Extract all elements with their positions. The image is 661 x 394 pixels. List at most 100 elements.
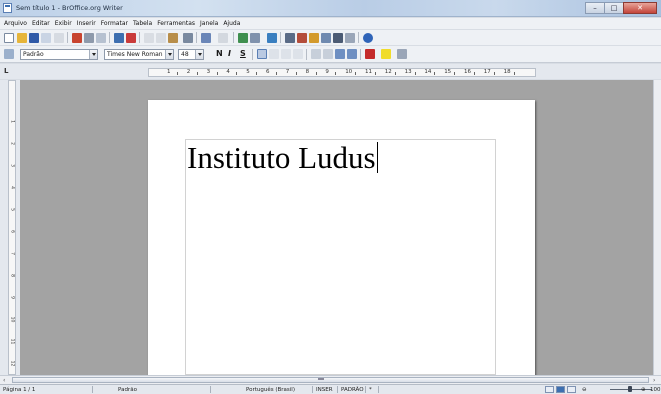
menu-inserir[interactable]: Inserir <box>77 20 96 27</box>
window-controls: – □ ✕ <box>585 2 657 14</box>
table-icon[interactable] <box>250 33 260 43</box>
show-draw-functions-icon[interactable] <box>267 33 277 43</box>
zoom-out-icon[interactable]: ⊖ <box>582 386 587 394</box>
new-document-icon[interactable] <box>4 33 14 43</box>
ruler-number: 4 <box>226 69 230 75</box>
open-folder-icon[interactable] <box>17 33 27 43</box>
bold-button[interactable]: N <box>216 49 223 58</box>
insert-mode[interactable]: INSER <box>316 386 333 394</box>
scroll-left-icon[interactable]: ‹ <box>3 377 5 384</box>
save-icon[interactable] <box>29 33 39 43</box>
ruler-number: 14 <box>424 69 432 75</box>
align-center-icon[interactable] <box>269 49 279 59</box>
selection-mode[interactable]: PADRÃO <box>341 386 364 394</box>
toolbar-separator <box>67 32 68 43</box>
zoom-slider-knob[interactable] <box>628 386 632 392</box>
copy-icon[interactable] <box>156 33 166 43</box>
underline-button[interactable]: S <box>240 49 246 58</box>
multi-page-view-icon[interactable] <box>556 386 565 393</box>
menu-tabela[interactable]: Tabela <box>133 20 152 27</box>
ruler-number: 1 <box>167 69 171 75</box>
background-color-icon[interactable] <box>397 49 407 59</box>
menu-exibir[interactable]: Exibir <box>55 20 72 27</box>
font-name-value: Times New Roman <box>107 51 163 58</box>
hyperlink-icon[interactable] <box>238 33 248 43</box>
data-sources-icon[interactable] <box>321 33 331 43</box>
find-replace-icon[interactable] <box>285 33 295 43</box>
menu-arquivo[interactable]: Arquivo <box>4 20 27 27</box>
cut-icon[interactable] <box>144 33 154 43</box>
ruler-number: 2 <box>9 142 15 145</box>
menu-janela[interactable]: Janela <box>200 20 218 27</box>
justify-icon[interactable] <box>293 49 303 59</box>
export-pdf-icon[interactable] <box>72 33 82 43</box>
menu-editar[interactable]: Editar <box>32 20 50 27</box>
menu-ajuda[interactable]: Ajuda <box>223 20 240 27</box>
page-count[interactable]: Página 1 / 1 <box>3 386 35 394</box>
vertical-ruler[interactable]: 1 2 3 4 5 6 7 8 9 10 11 12 <box>8 80 16 375</box>
ruler-tick <box>513 72 515 75</box>
clone-formatting-icon[interactable] <box>183 33 193 43</box>
zoom-icon[interactable] <box>345 33 355 43</box>
ruler-number: 10 <box>345 69 353 75</box>
ruler-number: 3 <box>9 164 15 167</box>
page-preview-icon[interactable] <box>96 33 106 43</box>
menu-ferramentas[interactable]: Ferramentas <box>157 20 195 27</box>
gallery-icon[interactable] <box>309 33 319 43</box>
chevron-down-icon[interactable] <box>89 50 97 59</box>
ruler-tick <box>394 72 396 75</box>
undo-icon[interactable] <box>201 33 211 43</box>
increase-indent-icon[interactable] <box>347 49 357 59</box>
email-icon[interactable] <box>41 33 51 43</box>
menu-formatar[interactable]: Formatar <box>101 20 128 27</box>
book-view-icon[interactable] <box>567 386 576 393</box>
minimize-button[interactable]: – <box>585 2 605 14</box>
zoom-in-icon[interactable]: ⊕ <box>641 386 646 394</box>
ruler-number: 18 <box>503 69 511 75</box>
zoom-value[interactable]: 100 <box>650 386 661 394</box>
edit-mode-icon[interactable] <box>54 33 64 43</box>
horizontal-scroll-thumb[interactable] <box>12 377 649 383</box>
language[interactable]: Português (Brasil) <box>246 386 295 394</box>
print-icon[interactable] <box>84 33 94 43</box>
chevron-down-icon[interactable] <box>165 50 173 59</box>
close-button[interactable]: ✕ <box>623 2 657 14</box>
tab-stop-icon[interactable]: L <box>4 67 13 76</box>
numbering-icon[interactable] <box>311 49 321 59</box>
ruler-number: 3 <box>206 69 211 75</box>
document-modified[interactable]: * <box>369 386 372 394</box>
spellcheck-icon[interactable] <box>114 33 124 43</box>
ruler-tick <box>374 72 376 75</box>
font-name-select[interactable]: Times New Roman <box>104 49 174 60</box>
help-icon[interactable] <box>363 33 373 43</box>
paragraph-style-select[interactable]: Padrão <box>20 49 98 60</box>
formatting-marks-icon[interactable] <box>333 33 343 43</box>
navigator-icon[interactable] <box>297 33 307 43</box>
italic-button[interactable]: I <box>228 49 231 58</box>
font-size-select[interactable]: 48 <box>178 49 204 60</box>
vertical-scrollbar[interactable] <box>653 80 661 375</box>
font-color-icon[interactable] <box>365 49 375 59</box>
document-text-area[interactable]: Instituto Ludus <box>187 140 378 176</box>
paste-icon[interactable] <box>168 33 178 43</box>
single-page-view-icon[interactable] <box>545 386 554 393</box>
redo-icon[interactable] <box>218 33 228 43</box>
page-style[interactable]: Padrão <box>118 386 137 394</box>
chevron-down-icon[interactable] <box>195 50 203 59</box>
ruler-number: 10 <box>9 316 15 323</box>
ruler-tick <box>493 72 495 75</box>
bullets-icon[interactable] <box>323 49 333 59</box>
writer-app-icon[interactable] <box>3 3 12 13</box>
ruler-number: 12 <box>9 360 15 367</box>
scroll-right-icon[interactable]: › <box>653 377 655 384</box>
menu-bar: Arquivo Editar Exibir Inserir Formatar T… <box>0 18 661 29</box>
align-right-icon[interactable] <box>281 49 291 59</box>
highlighting-icon[interactable] <box>381 49 391 59</box>
styles-formatting-icon[interactable] <box>4 49 14 59</box>
decrease-indent-icon[interactable] <box>335 49 345 59</box>
horizontal-ruler[interactable]: 1 2 3 4 5 6 7 8 9 10 11 12 13 14 15 16 17 18 <box>148 68 536 77</box>
align-left-icon[interactable] <box>257 49 267 59</box>
horizontal-scrollbar[interactable]: ‹ › <box>0 375 661 384</box>
maximize-button[interactable]: □ <box>604 2 624 14</box>
autospellcheck-icon[interactable] <box>126 33 136 43</box>
